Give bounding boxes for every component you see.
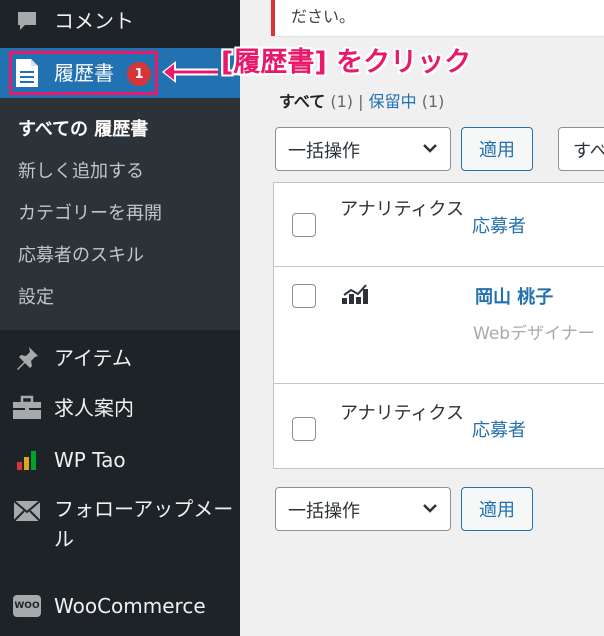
bulk-actions-select-top[interactable]: 一括操作 — [275, 127, 451, 171]
sidebar-item-items[interactable]: アイテム — [0, 340, 240, 376]
bulk-actions-label: 一括操作 — [288, 141, 360, 162]
briefcase-icon — [12, 393, 42, 423]
column-footer-analytics[interactable]: アナリティクス — [340, 399, 470, 429]
notice-text: ださい。 — [291, 7, 356, 26]
resume-submenu: すべての 履歴書 新しく追加する カテゴリーを再開 応募者のスキル 設定 — [0, 98, 240, 330]
sidebar-item-label: 求人案内 — [54, 396, 134, 420]
pin-icon — [12, 343, 42, 373]
row-checkbox[interactable] — [292, 284, 316, 308]
sidebar-item-label: WP Tao — [54, 448, 126, 472]
select-all-checkbox[interactable] — [292, 213, 316, 237]
column-footer-applicant[interactable]: 応募者 — [472, 416, 526, 442]
sidebar-item-followup-mail[interactable]: フォローアップメール — [0, 494, 240, 554]
sidebar-item-jobs[interactable]: 求人案内 — [0, 390, 240, 426]
view-pending[interactable]: 保留中 — [369, 92, 417, 111]
chevron-down-icon — [423, 504, 437, 513]
woo-icon-text: WOO — [13, 595, 41, 617]
sidebar-item-label: アイテム — [54, 346, 132, 370]
applicant-job-title: Webデザイナー — [473, 324, 595, 344]
woo-icon: WOO — [12, 591, 42, 621]
submenu-item-applicant-skills[interactable]: 応募者のスキル — [18, 243, 144, 269]
apply-button-top[interactable]: 適用 — [461, 127, 533, 171]
highlight-box — [9, 51, 158, 95]
sidebar-item-woocommerce[interactable]: WOO WooCommerce — [0, 588, 240, 624]
annotation-callout: [履歴書] をクリック — [221, 47, 472, 78]
submenu-item-settings[interactable]: 設定 — [18, 285, 54, 311]
admin-sidebar: コメント 履歴書 1 すべての 履歴書 新しく追加する カテゴリーを再開 応募者… — [0, 0, 240, 636]
sidebar-item-label: コメント — [54, 9, 134, 33]
chevron-down-icon — [423, 144, 437, 153]
view-all[interactable]: すべて — [279, 92, 325, 111]
filter-select[interactable]: すべ — [558, 127, 604, 171]
select-all-checkbox-footer[interactable] — [292, 417, 316, 441]
sidebar-item-wp-tao[interactable]: WP Tao — [0, 442, 240, 478]
column-header-applicant[interactable]: 応募者 — [472, 212, 526, 238]
admin-notice: ださい。 — [271, 0, 604, 36]
submenu-item-categories[interactable]: カテゴリーを再開 — [18, 201, 162, 227]
view-all-count: (1) — [330, 92, 354, 111]
analytics-chart-icon[interactable] — [341, 283, 369, 305]
submenu-item-all-resumes[interactable]: すべての 履歴書 — [18, 117, 148, 143]
bar-chart-icon — [12, 445, 42, 475]
arrow-left-icon — [162, 61, 218, 83]
divider — [274, 266, 604, 267]
sidebar-item-comments[interactable]: コメント — [0, 0, 240, 42]
submenu-item-add-new[interactable]: 新しく追加する — [18, 159, 144, 185]
sidebar-item-label: フォローアップメール — [54, 497, 234, 551]
bulk-actions-label: 一括操作 — [288, 501, 360, 522]
divider — [274, 383, 604, 384]
bulk-actions-select-bottom[interactable]: 一括操作 — [275, 487, 451, 531]
comment-icon — [12, 6, 42, 36]
view-separator: | — [358, 92, 364, 111]
envelope-icon — [12, 496, 42, 526]
applicant-name-link[interactable]: 岡山 桃子 — [475, 283, 553, 309]
column-header-analytics[interactable]: アナリティクス — [340, 195, 470, 225]
apply-button-bottom[interactable]: 適用 — [461, 487, 533, 531]
resume-table: アナリティクス 応募者 岡山 桃子 Webデザイナー アナリティクス 応募者 — [273, 182, 604, 469]
sidebar-item-label: WooCommerce — [54, 594, 206, 618]
view-filters: すべて (1) | 保留中 (1) — [279, 88, 444, 112]
view-pending-count: (1) — [421, 92, 445, 111]
